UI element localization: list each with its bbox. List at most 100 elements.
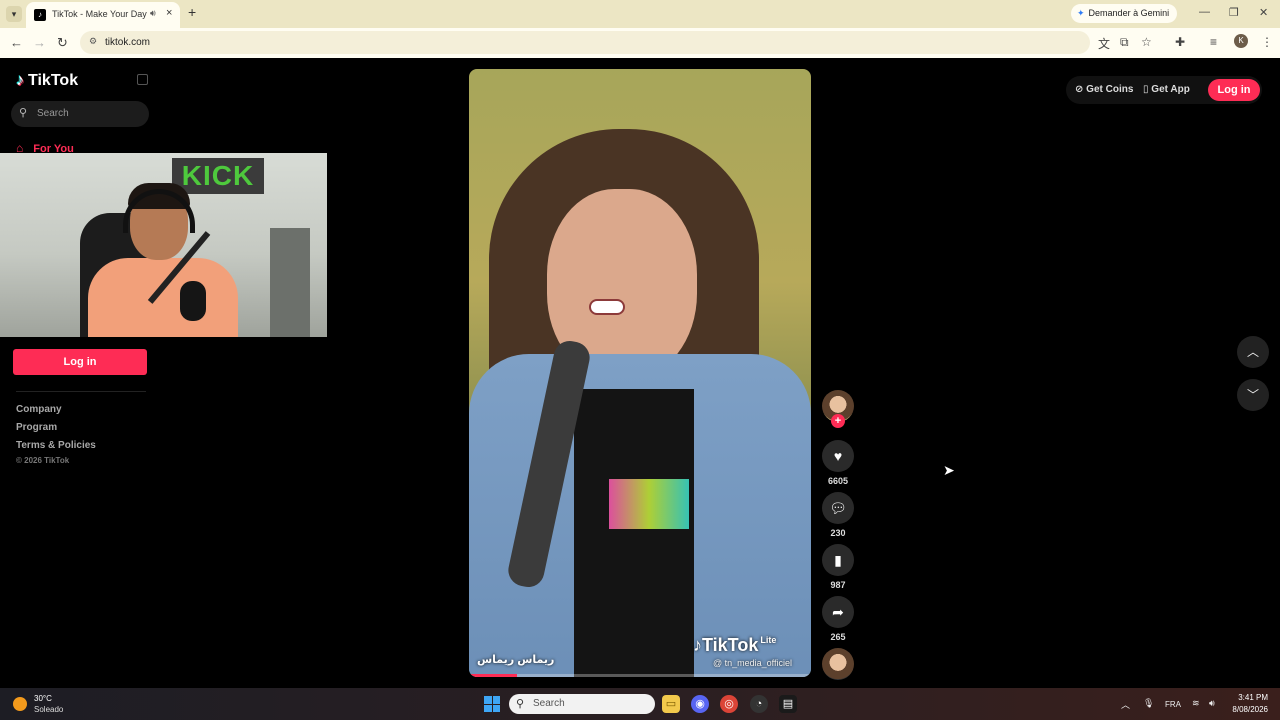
video-progress-bar[interactable] [469,674,811,677]
webcam-kick-sign: KICK [172,158,264,194]
forward-icon[interactable]: → [33,35,46,50]
weather-description: Soleado [34,705,64,714]
heart-icon: ♥ [833,448,843,464]
tray-expand-chevron-icon[interactable]: ︿ [1121,698,1130,711]
file-explorer-icon[interactable]: ▭ [662,695,680,713]
search-input[interactable]: ⚲ Search [11,101,149,127]
site-info-icon[interactable]: ⚙ [89,36,97,47]
clock-date[interactable]: 8/08/2026 [1226,705,1268,714]
sun-weather-icon[interactable] [13,697,27,711]
cast-icon[interactable]: ⧉ [1120,35,1129,50]
bookmark-icon: ▮ [834,552,842,568]
tiktok-logo[interactable]: ♪ TikTok [16,72,78,90]
watermark-text: TikTok [702,635,759,655]
webcam-person-body [88,258,238,337]
chrome-icon[interactable]: ◎ [720,695,738,713]
save-button[interactable]: ▮ [822,544,854,576]
obs-icon[interactable]: ◔ [750,695,768,713]
footer-link-program[interactable]: Program [16,422,57,433]
tab-search-icon[interactable]: ▾ [6,6,22,22]
get-app-label: Get App [1151,84,1190,95]
collapse-sidebar-icon[interactable] [137,74,148,85]
minimize-icon[interactable]: — [1199,6,1210,18]
share-button[interactable]: ➦ [822,596,854,628]
microphone-icon[interactable]: 🎙︎ [1143,698,1154,709]
profile-avatar[interactable]: K [1234,34,1248,48]
gemini-button[interactable]: ✦ Demander à Gemini [1071,4,1178,23]
wifi-icon[interactable]: ≋ [1192,698,1200,709]
mouse-pointer-icon: ➤ [943,462,955,478]
video-author-name[interactable]: ريماس ريماس [477,653,554,666]
share-arrow-icon: ➦ [832,604,844,620]
header-login-button[interactable]: Log in [1208,79,1260,101]
copyright: © 2026 TikTok [16,456,70,465]
extensions-icon[interactable]: ✚ [1175,35,1185,49]
phone-icon: ▯ [1143,84,1149,95]
taskbar-search-placeholder: Search [533,698,565,709]
like-count: 6605 [827,476,849,486]
tiktok-note-icon: ♪ [16,72,24,89]
bookmark-star-icon[interactable]: ☆ [1141,35,1152,49]
comment-icon: 💬︎ [829,500,847,516]
follow-plus-icon[interactable]: + [831,414,845,428]
volume-icon[interactable]: 🔊︎ [1209,698,1215,709]
reload-icon[interactable]: ↻ [57,35,68,51]
video-subject-shirt [574,389,694,677]
browser-tab-tiktok[interactable]: ♪ TikTok - Make Your Day 🔊︎ × [26,2,180,28]
reading-list-icon[interactable]: ≡ [1210,35,1217,49]
video-player[interactable]: ريماس ريماس ♪TikTok Lite @ tn_media_offic… [469,69,811,677]
comment-button[interactable]: 💬︎ [822,492,854,524]
restore-icon[interactable]: ❐ [1229,6,1239,19]
watermark-note-icon: ♪ [693,635,702,655]
save-count: 987 [830,580,846,590]
webcam-background-stand [270,228,310,337]
video-watermark: ♪TikTok Lite [693,635,776,656]
more-menu-icon[interactable]: ⋮ [1261,35,1273,49]
address-bar[interactable]: ⚙ tiktok.com [80,31,1090,54]
discord-icon[interactable]: ◉ [691,695,709,713]
webcam-microphone [180,281,206,321]
browser-toolbar: ← → ↻ ⚙ tiktok.com 文 ⧉ ☆ ✚ ≡ K ⋮ [0,28,1280,58]
video-progress-fill [469,674,517,677]
next-video-chevron-down-icon[interactable]: ﹀ [1237,379,1269,411]
weather-temperature: 30°C [34,694,52,703]
tiktok-favicon-icon: ♪ [34,9,46,21]
windows-start-icon[interactable] [484,696,500,712]
tab-close-icon[interactable]: × [166,7,172,19]
gemini-sparkle-icon: ✦ [1077,8,1085,18]
get-app-link[interactable]: ▯ Get App [1143,84,1190,95]
url-text: tiktok.com [105,37,151,48]
language-indicator[interactable]: FRA [1165,700,1181,709]
like-button[interactable]: ♥ [822,440,854,472]
gemini-button-label: Demander à Gemini [1088,8,1170,18]
browser-tab-strip: ▾ ♪ TikTok - Make Your Day 🔊︎ × + ✦ Deman… [0,0,1280,28]
sidebar-login-button[interactable]: Log in [13,349,147,375]
epic-games-icon[interactable]: ▤ [779,695,797,713]
speaker-icon[interactable]: 🔊︎ [150,8,156,19]
get-coins-link[interactable]: ⊘ Get Coins [1075,84,1133,95]
share-count: 265 [830,632,846,642]
translate-icon[interactable]: 文 [1098,35,1110,52]
new-tab-button[interactable]: + [188,4,196,20]
video-shirt-print [609,479,689,529]
taskbar-search-input[interactable]: ⚲ Search [509,694,655,714]
windows-taskbar: 30°C Soleado ⚲ Search ▭ ◉ ◎ ◔ ▤ ︿ 🎙︎ FRA… [0,688,1280,720]
window-close-icon[interactable]: ✕ [1259,6,1268,19]
comment-count: 230 [830,528,846,538]
video-subject-mouth [589,299,625,315]
tiktok-page: ♪ TikTok ⚲ Search ⌂ For You KICK Log in Co… [0,58,1280,688]
back-icon[interactable]: ← [10,35,23,50]
search-icon: ⚲ [19,107,28,119]
watermark-lite-badge: Lite [760,635,777,645]
coin-icon: ⊘ [1075,84,1084,95]
clock-time[interactable]: 3:41 PM [1236,693,1268,702]
sidebar-divider [16,391,146,392]
taskbar-search-icon: ⚲ [516,698,525,710]
webcam-overlay: KICK [0,153,327,337]
footer-link-company[interactable]: Company [16,404,62,415]
music-disc-avatar[interactable] [822,648,854,680]
footer-link-terms[interactable]: Terms & Policies [16,440,96,451]
previous-video-chevron-up-icon[interactable]: ︿ [1237,336,1269,368]
search-placeholder: Search [37,108,69,119]
video-handle: @ tn_media_officiel [713,658,793,668]
